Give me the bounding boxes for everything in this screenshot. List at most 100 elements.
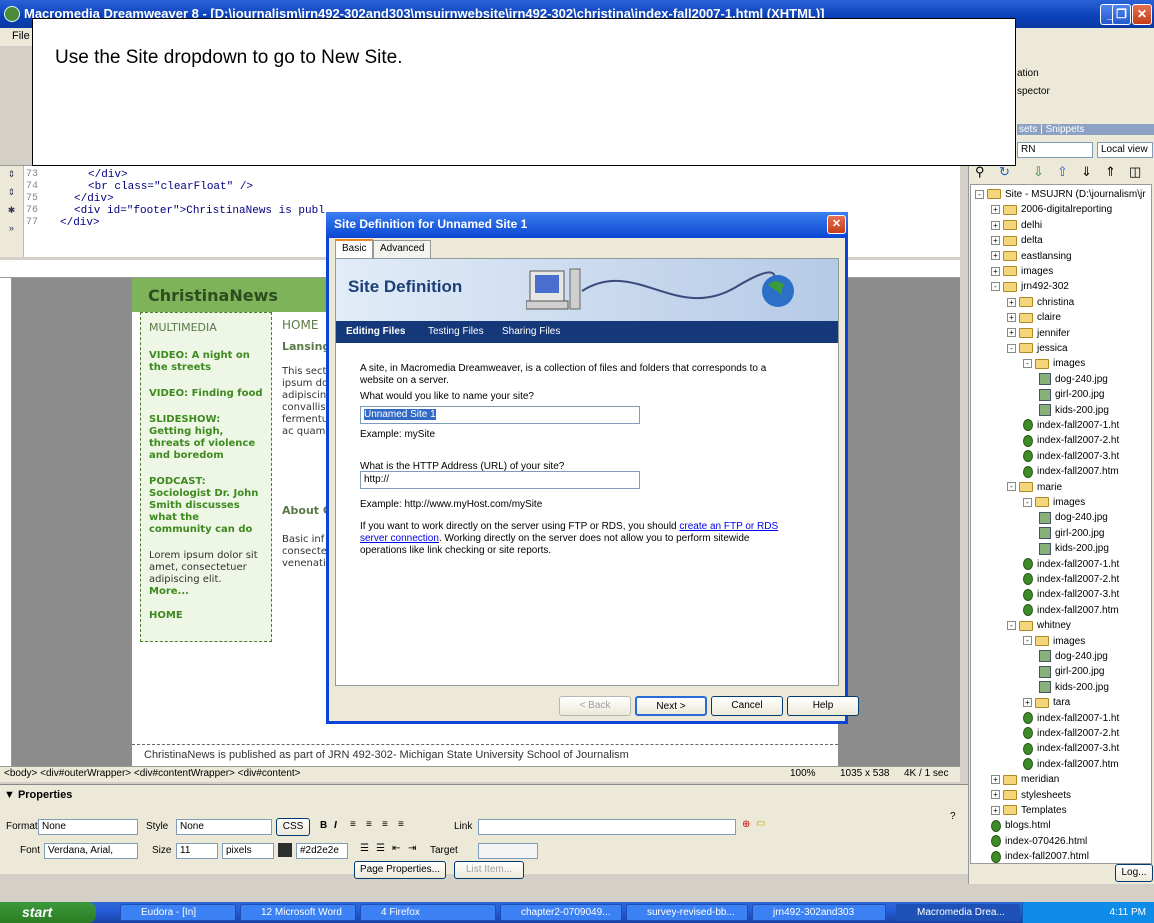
file-tree-row[interactable]: + delhi [991,218,1042,233]
collapse-node-icon[interactable]: - [1023,359,1032,369]
file-tree-row[interactable]: kids-200.jpg [1039,403,1109,418]
expand-node-icon[interactable]: + [991,805,1000,815]
select-parent-icon[interactable]: ✱ [0,206,23,218]
format-select[interactable]: None [38,819,138,835]
file-tree-row[interactable]: index-fall2007-1.ht [1023,557,1119,572]
css-button[interactable]: CSS [276,818,310,836]
task-firefox[interactable]: 4 Firefox [360,904,496,921]
site-url-input[interactable]: http:// [360,471,640,489]
file-tree-row[interactable]: + claire [1007,310,1061,325]
sidebar-link[interactable]: PODCAST: Sociologist Dr. John Smith disc… [149,476,263,536]
site-name-input[interactable]: Unnamed Site 1 [360,406,640,424]
expand-node-icon[interactable]: + [991,775,1000,785]
collapse-node-icon[interactable]: - [975,189,984,199]
file-tree-row[interactable]: - jrn492-302 [991,279,1069,294]
window-size[interactable]: 1035 x 538 [840,768,890,779]
align-right-icon[interactable]: ≡ [382,819,388,830]
ordered-list-icon[interactable]: ☰ [376,843,385,854]
refresh-icon[interactable]: ↻ [999,164,1010,180]
file-tree-row[interactable]: - images [1023,356,1085,371]
italic-icon[interactable]: I [334,820,337,831]
restore-icon[interactable]: ❐ [1112,4,1131,25]
collapse-node-icon[interactable]: - [991,282,1000,292]
file-tree-row[interactable]: index-fall2007-3.ht [1023,741,1119,756]
file-tree-row[interactable]: + meridian [991,772,1059,787]
justify-icon[interactable]: ≡ [398,819,404,830]
file-tree-row[interactable]: index-fall2007.htm [1023,757,1119,772]
unordered-list-icon[interactable]: ☰ [360,843,369,854]
view-select[interactable]: Local view [1097,142,1153,158]
sidebar-home-link[interactable]: HOME [149,610,263,622]
file-tree-row[interactable]: + stylesheets [991,788,1071,803]
file-tree-row[interactable]: index-070426.html [991,834,1087,849]
task-survey[interactable]: survey-revised-bb... [626,904,748,921]
color-input[interactable]: #2d2e2e [296,843,348,859]
expand-node-icon[interactable]: + [991,236,1000,246]
expand-node-icon[interactable]: + [991,266,1000,276]
expand-node-icon[interactable]: + [991,205,1000,215]
file-tree-row[interactable]: + eastlansing [991,249,1072,264]
list-item-button[interactable]: List Item... [454,861,524,879]
file-tree-row[interactable]: dog-240.jpg [1039,510,1108,525]
collapse-node-icon[interactable]: - [1023,497,1032,507]
unit-select[interactable]: pixels [222,843,274,859]
panel-tab-inspector[interactable]: spector [1017,86,1050,97]
indent-icon[interactable]: ⇥ [408,843,416,854]
put-files-icon[interactable]: ⇧ [1057,164,1068,180]
expand-node-icon[interactable]: + [991,220,1000,230]
step-editing-files[interactable]: Editing Files [346,326,405,337]
step-testing-files[interactable]: Testing Files [428,326,484,337]
tab-advanced[interactable]: Advanced [373,240,432,258]
page-properties-button[interactable]: Page Properties... [354,861,446,879]
tag-selector[interactable]: <body> <div#outerWrapper> <div#contentWr… [4,768,301,779]
file-tree-row[interactable]: girl-200.jpg [1039,387,1104,402]
panel-tab-application[interactable]: ation [1017,68,1039,79]
start-button[interactable]: start [0,902,96,923]
point-to-file-icon[interactable]: ⊕ [742,819,750,830]
help-button[interactable]: Help [787,696,859,716]
file-tree-row[interactable]: index-fall2007-1.ht [1023,711,1119,726]
file-tree-row[interactable]: index-fall2007.htm [1023,603,1119,618]
check-out-icon[interactable]: ⇓ [1081,164,1092,180]
more-link[interactable]: More... [149,586,189,597]
menu-file[interactable]: File [12,30,30,42]
style-select[interactable]: None [176,819,272,835]
file-tree-row[interactable]: - marie [1007,480,1062,495]
file-tree-row[interactable]: blogs.html [991,818,1051,833]
task-explorer-folder[interactable]: jrn492-302and303 [752,904,886,921]
log-button[interactable]: Log... [1115,864,1153,882]
file-tree-row[interactable]: - images [1023,495,1085,510]
target-select[interactable] [478,843,538,859]
expand-node-icon[interactable]: + [1007,313,1016,323]
help-icon[interactable]: ? [950,811,956,822]
expand-node-icon[interactable]: + [1007,297,1016,307]
properties-title[interactable]: ▼ Properties [4,789,72,801]
task-word[interactable]: 12 Microsoft Word [240,904,356,921]
get-files-icon[interactable]: ⇩ [1033,164,1044,180]
sidebar-link[interactable]: VIDEO: Finding food [149,388,263,400]
file-tree-row[interactable]: dog-240.jpg [1039,649,1108,664]
sidebar-link[interactable]: VIDEO: A night on the streets [149,350,263,374]
file-tree-row[interactable]: + images [991,264,1053,279]
outdent-icon[interactable]: ⇤ [392,843,400,854]
file-tree-row[interactable]: index-fall2007-3.ht [1023,587,1119,602]
collapse-node-icon[interactable]: - [1007,343,1016,353]
file-tree-row[interactable]: kids-200.jpg [1039,680,1109,695]
file-tree-row[interactable]: girl-200.jpg [1039,664,1104,679]
collapse-node-icon[interactable]: - [1007,621,1016,631]
task-eudora[interactable]: Eudora - [In] [120,904,236,921]
close-window-icon[interactable]: ✕ [1132,4,1152,25]
expand-node-icon[interactable]: + [991,251,1000,261]
link-input[interactable] [478,819,736,835]
cancel-button[interactable]: Cancel [711,696,783,716]
file-tree-row[interactable]: kids-200.jpg [1039,541,1109,556]
tab-basic[interactable]: Basic [335,239,374,259]
back-button[interactable]: < Back [559,696,631,716]
collapse-node-icon[interactable]: - [1023,636,1032,646]
align-center-icon[interactable]: ≡ [366,819,372,830]
file-tree-row[interactable]: index-fall2007.html [991,849,1089,863]
connect-icon[interactable]: ⚲ [975,164,985,180]
file-tree-row[interactable]: index-fall2007-2.ht [1023,572,1119,587]
file-tree-row[interactable]: - jessica [1007,341,1068,356]
file-tree-row[interactable]: index-fall2007-2.ht [1023,433,1119,448]
